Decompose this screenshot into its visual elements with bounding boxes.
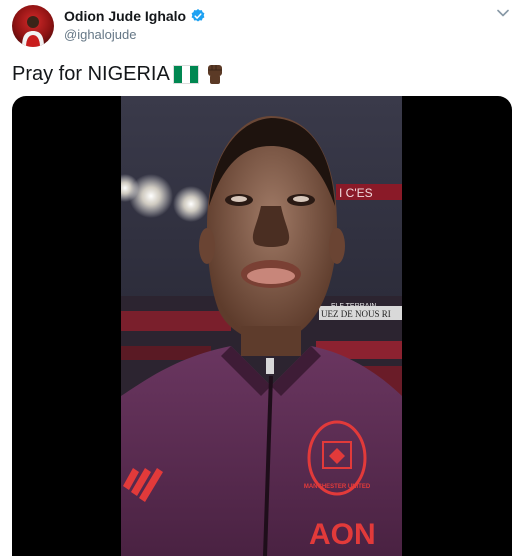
tweet-text-content: Pray for NIGERIA: [12, 62, 170, 85]
stadium-banner-top: I C'ES: [339, 186, 373, 200]
display-name[interactable]: Odion Jude Ighalo: [64, 8, 186, 24]
stadium-banner-mid: UEZ DE NOUS RI: [321, 309, 391, 319]
nigeria-flag-icon: [172, 64, 199, 84]
video-frame: I C'ES ELF TERRAIN UEZ DE NOUS RI: [121, 96, 402, 556]
sponsor-text: AON: [309, 518, 376, 551]
club-crest-text: MANCHESTER UNITED: [304, 484, 371, 490]
avatar[interactable]: [12, 5, 54, 47]
raised-fist-icon: [207, 65, 222, 84]
video-player[interactable]: I C'ES ELF TERRAIN UEZ DE NOUS RI: [121, 96, 402, 556]
user-handle[interactable]: @ighalojude: [64, 27, 136, 42]
tweet-text: Pray for NIGERIA: [12, 62, 227, 86]
author-name-row: Odion Jude Ighalo: [64, 8, 206, 24]
chevron-down-icon[interactable]: [496, 6, 510, 20]
verified-badge-icon: [191, 9, 205, 22]
tweet-media[interactable]: I C'ES ELF TERRAIN UEZ DE NOUS RI: [12, 96, 512, 556]
tweet-card: Odion Jude Ighalo @ighalojude Pray for N…: [0, 0, 520, 556]
avatar-image: [22, 16, 44, 47]
